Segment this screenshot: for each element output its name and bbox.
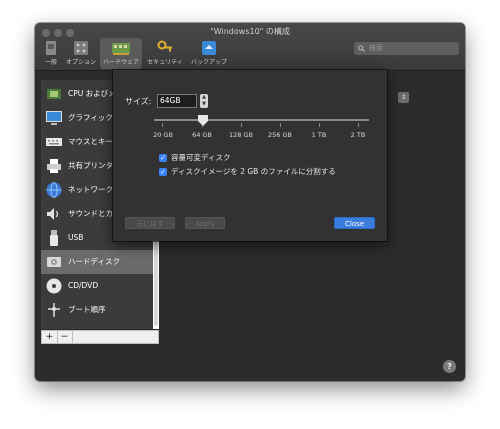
toolbar-item-backup[interactable]: バックアップ xyxy=(188,38,230,69)
usb-icon xyxy=(50,230,58,246)
backup-icon xyxy=(202,41,216,55)
disk-options-select[interactable]: ⇕ xyxy=(398,92,409,103)
expanding-disk-checkbox[interactable]: ✓ xyxy=(159,154,167,162)
toolbar-item-security[interactable]: セキュリティ xyxy=(144,38,186,69)
add-device-button[interactable]: + xyxy=(42,331,58,343)
harddisk-icon xyxy=(47,257,61,267)
chevron-down-icon[interactable]: ▼ xyxy=(200,101,208,108)
apply-button[interactable]: Apply xyxy=(185,217,225,229)
toolbar-label: オプション xyxy=(65,59,96,66)
key-icon xyxy=(157,40,172,52)
options-icon xyxy=(74,41,88,55)
cd-icon xyxy=(46,278,62,294)
size-slider-track[interactable] xyxy=(154,119,369,121)
toolbar-label: セキュリティ xyxy=(147,59,183,66)
slider-tick xyxy=(358,123,359,127)
printer-icon xyxy=(47,159,61,173)
cpu-icon xyxy=(47,89,61,99)
slider-tick-label: 2 TB xyxy=(350,131,366,139)
sidebar-item-label: 共有プリンタ xyxy=(68,161,113,170)
search-icon xyxy=(358,45,365,52)
slider-tick-label: 20 GB xyxy=(153,131,173,139)
size-field[interactable]: 64GB xyxy=(157,94,197,108)
split-disk-checkbox[interactable]: ✓ xyxy=(159,168,167,176)
toolbar-item-hardware[interactable]: ハードウェア xyxy=(100,38,142,69)
toolbar-label: ハードウェア xyxy=(102,59,139,66)
disk-size-sheet: サイズ: 64GB ▲ ▼ 20 GB 64 GB 128 GB 256 GB … xyxy=(113,70,387,241)
display-icon xyxy=(46,111,62,125)
sidebar-item-cd-dvd[interactable]: CD/DVD xyxy=(41,274,153,298)
general-icon xyxy=(46,41,56,55)
revert-button[interactable]: 元に戻す xyxy=(125,217,175,229)
slider-tick-label: 256 GB xyxy=(268,131,292,139)
sidebar-item-label: CD/DVD xyxy=(68,281,99,290)
chevron-up-icon[interactable]: ▲ xyxy=(200,94,208,101)
slider-tick xyxy=(319,123,320,127)
toolbar-item-options[interactable]: オプション xyxy=(63,38,99,69)
toolbar-label: 一般 xyxy=(44,59,57,66)
toolbar-item-general[interactable]: 一般 xyxy=(40,38,62,69)
slider-tick xyxy=(241,123,242,127)
slider-tick xyxy=(280,123,281,127)
add-remove-bar: + − xyxy=(41,330,159,344)
sidebar-item-hard-disk[interactable]: ハードディスク xyxy=(41,250,153,274)
size-slider-knob[interactable] xyxy=(198,115,208,126)
sidebar-item-label: ハードディスク xyxy=(68,257,120,266)
sidebar-item-boot-order[interactable]: ブート順序 xyxy=(41,298,153,322)
sidebar-item-label: ネットワーク xyxy=(68,185,113,194)
slider-tick-label: 64 GB xyxy=(192,131,212,139)
boot-order-icon xyxy=(48,303,60,317)
size-stepper[interactable]: ▲ ▼ xyxy=(200,94,208,108)
sidebar-item-label: ブート順序 xyxy=(68,305,106,314)
sound-icon xyxy=(47,208,59,220)
split-disk-label: ディスクイメージを 2 GB のファイルに分割する xyxy=(171,167,336,176)
slider-tick-label: 1 TB xyxy=(311,131,327,139)
toolbar-label: バックアップ xyxy=(190,59,227,66)
hardware-icon xyxy=(112,43,130,55)
search-placeholder: 検索 xyxy=(369,44,383,52)
remove-device-button[interactable]: − xyxy=(57,331,73,343)
close-button[interactable]: Close xyxy=(334,217,375,229)
help-button[interactable]: ? xyxy=(443,360,456,373)
network-icon xyxy=(46,182,62,198)
slider-tick-label: 128 GB xyxy=(229,131,253,139)
sidebar-item-label: USB xyxy=(68,233,84,242)
window-toolbar: "Windows10" の構成 一般 オプション ハードウェア セキュリティ バ… xyxy=(35,23,465,71)
search-field[interactable]: 検索 xyxy=(354,42,459,55)
window-title: "Windows10" の構成 xyxy=(210,27,290,36)
expanding-disk-label: 容量可変ディスク xyxy=(171,153,231,162)
keyboard-icon xyxy=(46,138,62,146)
size-label: サイズ: xyxy=(125,97,152,106)
slider-tick xyxy=(162,123,163,127)
